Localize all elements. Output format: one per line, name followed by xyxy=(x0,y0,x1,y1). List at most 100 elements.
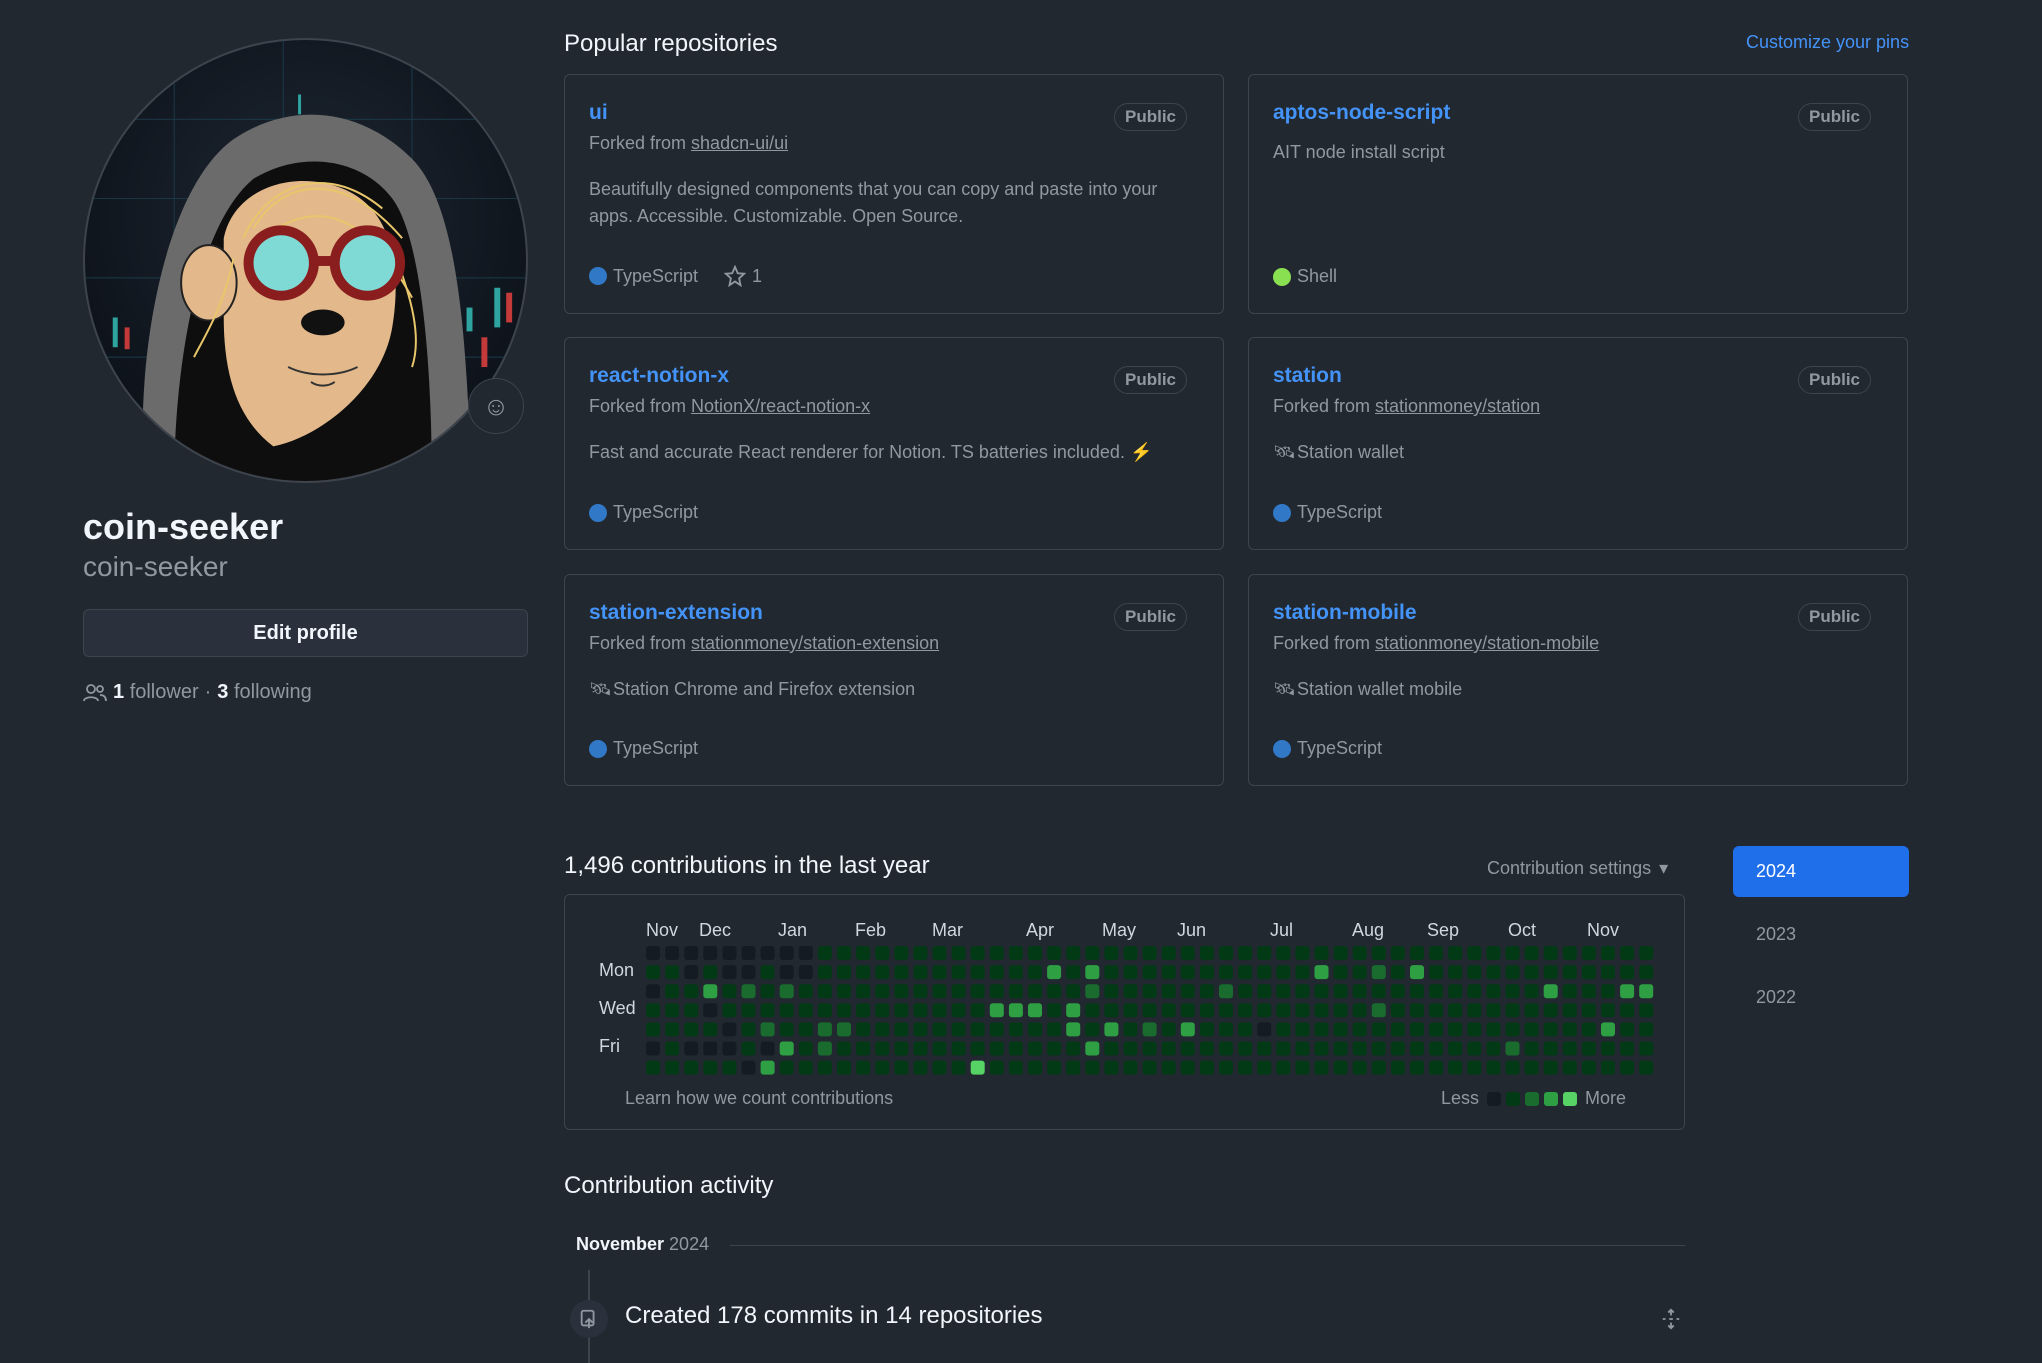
contribution-cell[interactable] xyxy=(1257,1041,1272,1056)
contribution-cell[interactable] xyxy=(1410,1022,1424,1037)
repo-name-link[interactable]: ui xyxy=(589,101,608,124)
contribution-cell[interactable] xyxy=(684,946,699,960)
contribution-cell[interactable] xyxy=(1390,946,1405,960)
contribution-cell[interactable] xyxy=(1620,984,1635,999)
contribution-cell[interactable] xyxy=(1333,1041,1348,1056)
contribution-cell[interactable] xyxy=(1257,965,1272,980)
contribution-cell[interactable] xyxy=(798,1003,813,1018)
contribution-cell[interactable] xyxy=(741,1022,756,1037)
contribution-cell[interactable] xyxy=(1333,1022,1348,1037)
contribution-cell[interactable] xyxy=(1142,1041,1157,1056)
contribution-cell[interactable] xyxy=(722,1003,737,1018)
contribution-cell[interactable] xyxy=(951,1041,966,1056)
contribution-cell[interactable] xyxy=(1066,946,1081,960)
contribution-cell[interactable] xyxy=(1601,946,1615,960)
contribution-cell[interactable] xyxy=(1448,1003,1463,1018)
contribution-cell[interactable] xyxy=(703,1041,718,1056)
contribution-cell[interactable] xyxy=(1467,1041,1482,1056)
contribution-cell[interactable] xyxy=(932,1003,947,1018)
contribution-cell[interactable] xyxy=(1448,1022,1463,1037)
contribution-cell[interactable] xyxy=(1390,1003,1405,1018)
contribution-cell[interactable] xyxy=(1142,1003,1157,1018)
contribution-cell[interactable] xyxy=(1276,984,1291,999)
contribution-cell[interactable] xyxy=(1276,1041,1291,1056)
contribution-cell[interactable] xyxy=(1352,965,1367,980)
contribution-cell[interactable] xyxy=(1410,946,1424,960)
contribution-cell[interactable] xyxy=(1467,946,1482,960)
contribution-cell[interactable] xyxy=(1066,1041,1081,1056)
contribution-cell[interactable] xyxy=(1543,984,1558,999)
contribution-cell[interactable] xyxy=(1448,1060,1463,1075)
contribution-cell[interactable] xyxy=(1429,1022,1444,1037)
contribution-cell[interactable] xyxy=(913,1022,928,1037)
contribution-cell[interactable] xyxy=(1486,1041,1501,1056)
contribution-cell[interactable] xyxy=(1410,965,1424,980)
contribution-cell[interactable] xyxy=(1314,1003,1329,1018)
contribution-cell[interactable] xyxy=(856,1022,871,1037)
contribution-cell[interactable] xyxy=(1085,1003,1100,1018)
contribution-cell[interactable] xyxy=(1486,1003,1501,1018)
contribution-cell[interactable] xyxy=(1371,1060,1386,1075)
contribution-cell[interactable] xyxy=(1047,965,1062,980)
repo-name-link[interactable]: react-notion-x xyxy=(589,364,729,387)
contribution-cell[interactable] xyxy=(1562,1060,1577,1075)
contribution-cell[interactable] xyxy=(1639,965,1654,980)
contribution-cell[interactable] xyxy=(1314,965,1329,980)
contribution-cell[interactable] xyxy=(1085,946,1100,960)
contribution-cell[interactable] xyxy=(1123,1003,1138,1018)
contribution-cell[interactable] xyxy=(1410,1003,1424,1018)
contribution-cell[interactable] xyxy=(1562,1003,1577,1018)
contribution-cell[interactable] xyxy=(1238,946,1253,960)
contribution-cell[interactable] xyxy=(856,1041,871,1056)
contribution-cell[interactable] xyxy=(817,946,832,960)
contribution-cell[interactable] xyxy=(1505,946,1520,960)
contribution-cell[interactable] xyxy=(1601,1041,1615,1056)
contribution-cell[interactable] xyxy=(1581,1003,1596,1018)
contribution-cell[interactable] xyxy=(1295,965,1310,980)
contribution-cell[interactable] xyxy=(1333,1003,1348,1018)
contribution-cell[interactable] xyxy=(970,946,985,960)
contribution-cell[interactable] xyxy=(894,1022,909,1037)
repo-name-link[interactable]: station-extension xyxy=(589,601,763,624)
contribution-cell[interactable] xyxy=(932,1041,947,1056)
contribution-cell[interactable] xyxy=(817,1003,832,1018)
contribution-cell[interactable] xyxy=(646,965,660,980)
contribution-cell[interactable] xyxy=(875,1003,890,1018)
contribution-cell[interactable] xyxy=(932,946,947,960)
contribution-cell[interactable] xyxy=(1295,1022,1310,1037)
contribution-cell[interactable] xyxy=(1505,1003,1520,1018)
contribution-cell[interactable] xyxy=(646,1003,660,1018)
contribution-cell[interactable] xyxy=(970,984,985,999)
contribution-cell[interactable] xyxy=(1161,1060,1176,1075)
forked-from-link[interactable]: NotionX/react-notion-x xyxy=(691,396,870,416)
contribution-cell[interactable] xyxy=(989,965,1004,980)
contribution-cell[interactable] xyxy=(779,984,794,999)
year-2024-button[interactable]: 2024 xyxy=(1733,846,1909,897)
contribution-cell[interactable] xyxy=(1410,1060,1424,1075)
contribution-cell[interactable] xyxy=(1008,1022,1023,1037)
contribution-cell[interactable] xyxy=(1104,984,1119,999)
contribution-cell[interactable] xyxy=(646,946,660,960)
contribution-cell[interactable] xyxy=(1008,1041,1023,1056)
contribution-cell[interactable] xyxy=(1371,1022,1386,1037)
contribution-cell[interactable] xyxy=(970,965,985,980)
learn-contributions-link[interactable]: Learn how we count contributions xyxy=(625,1088,893,1109)
contribution-cell[interactable] xyxy=(1620,946,1635,960)
contribution-cell[interactable] xyxy=(1448,965,1463,980)
contribution-cell[interactable] xyxy=(1276,1060,1291,1075)
contribution-cell[interactable] xyxy=(1639,1022,1654,1037)
contribution-cell[interactable] xyxy=(856,965,871,980)
contribution-cell[interactable] xyxy=(1295,984,1310,999)
contribution-cell[interactable] xyxy=(1524,1022,1539,1037)
contribution-cell[interactable] xyxy=(989,946,1004,960)
contribution-cell[interactable] xyxy=(1161,1022,1176,1037)
contribution-cell[interactable] xyxy=(779,1022,794,1037)
contribution-cell[interactable] xyxy=(1448,984,1463,999)
contribution-cell[interactable] xyxy=(1601,1003,1615,1018)
contribution-cell[interactable] xyxy=(894,965,909,980)
contribution-cell[interactable] xyxy=(779,1041,794,1056)
contribution-cell[interactable] xyxy=(1333,984,1348,999)
contribution-cell[interactable] xyxy=(1199,1041,1214,1056)
contribution-cell[interactable] xyxy=(856,946,871,960)
contribution-cell[interactable] xyxy=(1085,1060,1100,1075)
